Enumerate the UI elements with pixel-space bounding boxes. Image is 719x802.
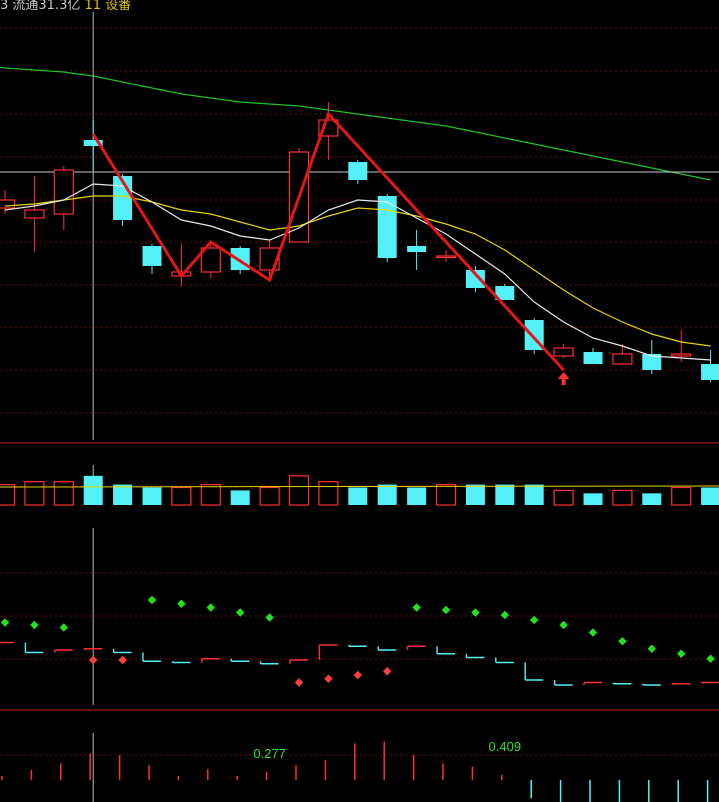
sar-dot-green [471,608,480,617]
sar-dot-red [382,667,392,676]
volume-bar [0,483,16,506]
sar-dot-green [559,620,568,630]
volume-bar [435,483,457,506]
indicator-panel [0,595,719,687]
volume-bars [0,475,719,506]
candle-body [671,353,692,357]
sar-dot-green [30,620,39,630]
volume-ma-line [0,485,719,488]
volume-bar [377,484,397,505]
volume-bar [83,475,103,505]
candle-body [407,246,427,252]
buy-signal-arrow-icon [557,372,570,385]
candle-body [612,353,633,365]
panel-dividers [0,442,719,711]
volume-bar [24,481,45,506]
volume-bar [642,493,662,505]
sar-dot-green [647,644,657,653]
sar-dot-red [88,655,98,665]
zigzag-trend-line [91,111,570,385]
sar-dot-green [265,613,274,622]
candle-body [435,255,457,259]
sar-dot-green [206,603,216,612]
kline-chart: 0.277 0.409 [0,12,719,802]
histogram-value-labels: 0.277 0.409 [253,739,521,761]
sar-dot-green [177,599,186,608]
sar-dot-red [118,655,127,665]
volume-bar [407,487,427,505]
candle-body [0,199,16,209]
candle-body [142,246,162,266]
sar-dot-green [676,649,686,658]
volume-bar [288,475,310,506]
header-title-accent: 11 设番 [84,0,132,13]
volume-bar [583,493,603,505]
volume-bar [553,489,574,506]
volume-bar [701,487,719,505]
sar-dot-red [353,670,363,680]
sar-dot-green [500,610,510,620]
candle-body [583,352,603,364]
volume-bar [259,486,280,506]
histogram-value-label: 0.277 [253,746,286,761]
sar-dot-green [147,595,157,605]
sar-dot-green [588,628,598,637]
volume-bar [200,483,221,506]
stock-info-header: 3 流通31.3亿 11 设番 [0,0,131,13]
sar-dot-green [441,605,451,615]
candle-body [553,347,574,357]
sar-dot-red [294,678,304,687]
candle-body [348,162,368,180]
volume-bar [113,484,133,505]
volume-bar [524,484,544,505]
sar-dot-green [0,618,10,627]
volume-bar [230,490,250,505]
ma-short-line [4,183,711,361]
histogram-panel [1,741,709,802]
header-title: 3 流通31.3亿 [0,0,85,13]
sar-dot-green [235,608,245,617]
histogram-value-label: 0.409 [489,739,522,754]
moving-averages [4,183,711,361]
volume-bar [495,484,515,505]
sar-dot-green [706,654,715,663]
candle-body [701,364,719,380]
volume-bar [612,489,633,506]
ma-mid-line [4,195,711,347]
volume-bar [171,486,192,506]
candle-body [53,169,74,215]
sar-dot-green [618,637,627,646]
volume-bar [53,481,74,506]
volume-bar [671,486,692,506]
volume-bar [348,487,368,505]
sar-dot-red [324,674,333,683]
volume-bar [142,487,162,505]
volume-bar [465,484,485,505]
sar-dot-green [529,615,539,625]
sar-dot-green [59,623,69,632]
candle-body [24,209,45,219]
sar-dot-green [412,603,421,612]
volume-bar [318,481,339,506]
